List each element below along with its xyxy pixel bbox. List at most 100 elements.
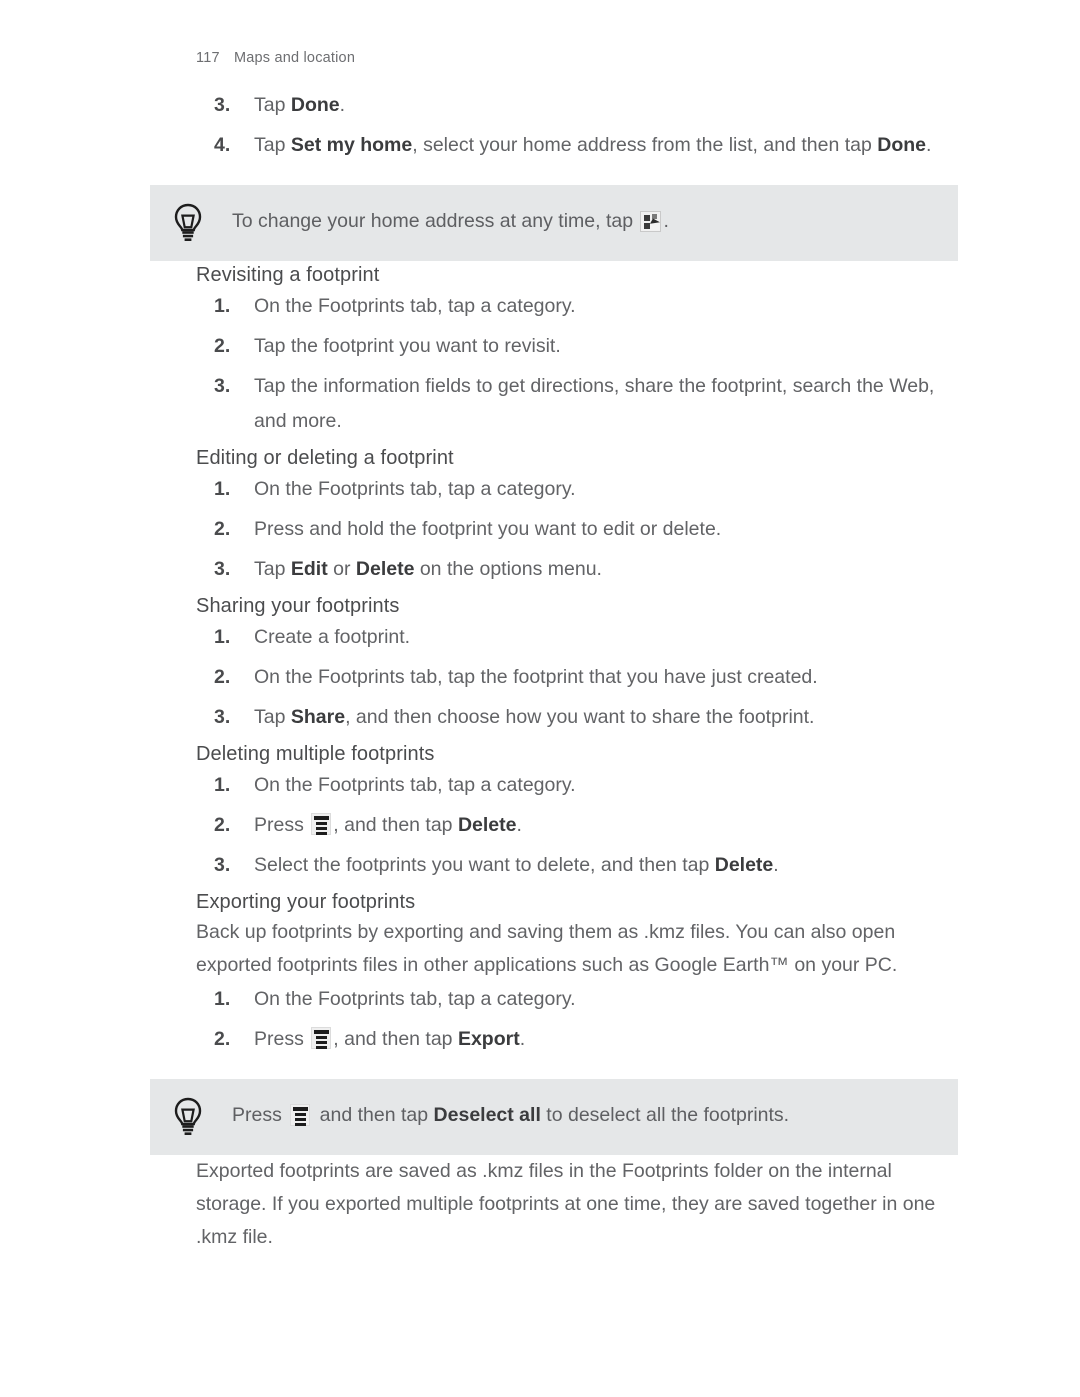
step-number: 2. <box>214 335 231 357</box>
step-text-pre: Tap <box>254 94 291 116</box>
top-step-list: 3. Tap Done. 4. Tap Set my home, select yo… <box>0 88 1080 163</box>
step-text-mid: , and then tap <box>333 814 458 836</box>
step-number: 3. <box>214 854 231 876</box>
step-text-pre: Press <box>254 1028 310 1050</box>
section-heading-editing: Editing or deleting a footprint <box>196 447 454 469</box>
menu-icon <box>290 1104 311 1126</box>
page-header-title: Maps and location <box>234 50 356 66</box>
menu-icon <box>311 1027 332 1049</box>
step-list-sharing: 1. Create a footprint. 2. On the Footprint… <box>0 620 1080 735</box>
step-text: On the Footprints tab, tap a category. <box>254 478 576 500</box>
tip-box-home-address: To change your home address at any time,… <box>150 185 958 261</box>
section-heading-sharing: Sharing your footprints <box>196 595 400 617</box>
step-text-bold: Set my home <box>290 134 413 156</box>
list-item: 3. Tap the information fields to get dire… <box>0 369 1080 439</box>
step-text-bold: Delete <box>714 854 774 876</box>
step-text-mid: , and then tap <box>333 1028 458 1050</box>
list-item: 2. On the Footprints tab, tap the footpri… <box>0 660 1080 695</box>
step-number: 2. <box>214 814 231 836</box>
manual-page: 117 Maps and location 3. Tap Done. 4. Tap S… <box>0 0 1080 1397</box>
step-number: 2. <box>214 518 231 540</box>
step-text: On the Footprints tab, tap the footprint… <box>254 666 818 688</box>
step-number: 1. <box>214 295 231 317</box>
step-text-bold: Done <box>290 94 340 116</box>
step-text-post: . <box>339 94 346 116</box>
step-list-deleting-multiple: 1. On the Footprints tab, tap a category.… <box>0 768 1080 883</box>
step-number: 3. <box>214 706 231 728</box>
step-text-pre: Press <box>254 814 310 836</box>
tip-text-pre: Press <box>232 1104 288 1126</box>
step-text-bold: Edit <box>290 558 328 580</box>
tip-box-deselect-all: Press and then tap Deselect all to desel… <box>150 1079 958 1155</box>
page-number: 117 <box>196 50 220 66</box>
step-text-post: . <box>773 854 779 876</box>
step-number: 3. <box>214 94 231 116</box>
list-item: 1. On the Footprints tab, tap a category. <box>0 982 1080 1017</box>
step-text-bold: Export <box>457 1028 520 1050</box>
step-text: On the Footprints tab, tap a category. <box>254 295 576 317</box>
step-number: 1. <box>214 988 231 1010</box>
list-item: 1. On the Footprints tab, tap a category. <box>0 472 1080 507</box>
tip-text-post: to deselect all the footprints. <box>540 1104 790 1126</box>
tip-text-bold: Deselect all <box>433 1104 541 1126</box>
lightbulb-icon <box>172 1097 204 1137</box>
tip-text: To change your home address at any time,… <box>232 202 669 236</box>
step-text-bold: Share <box>290 706 346 728</box>
list-item: 1. Create a footprint. <box>0 620 1080 655</box>
step-text-post: on the options menu. <box>414 558 602 580</box>
step-text-post: . <box>519 1028 526 1050</box>
list-item: 1. On the Footprints tab, tap a category. <box>0 289 1080 324</box>
list-item: 4. Tap Set my home, select your home addr… <box>0 128 1080 163</box>
list-item: 2. Tap the footprint you want to revisit. <box>0 329 1080 364</box>
step-list-editing: 1. On the Footprints tab, tap a category.… <box>0 472 1080 587</box>
step-number: 3. <box>214 558 231 580</box>
page-header: 117 Maps and location <box>196 50 355 66</box>
step-text-mid: or <box>327 558 356 580</box>
step-text: Create a footprint. <box>254 626 411 648</box>
step-text: Tap the information fields to get direct… <box>254 375 935 432</box>
step-number: 3. <box>214 375 231 397</box>
section-heading-deleting-multiple: Deleting multiple footprints <box>196 743 435 765</box>
step-list-exporting: 1. On the Footprints tab, tap a category.… <box>0 982 1080 1057</box>
list-item: 2. Press , and then tap Export. <box>0 1022 1080 1057</box>
step-text-pre: Tap <box>254 134 291 156</box>
list-item: 3. Tap Done. <box>0 88 1080 123</box>
step-number: 2. <box>214 1028 231 1050</box>
menu-icon <box>311 813 332 835</box>
step-text-mid: , select your home address from the list… <box>412 134 878 156</box>
step-text-post: . <box>925 134 932 156</box>
section-heading-revisiting: Revisiting a footprint <box>196 264 380 286</box>
step-text: Press and hold the footprint you want to… <box>254 518 722 540</box>
step-text-pre: Tap <box>254 706 291 728</box>
step-number: 1. <box>214 626 231 648</box>
step-text-pre: Tap <box>254 558 291 580</box>
closing-paragraph: Exported footprints are saved as .kmz fi… <box>196 1160 936 1248</box>
step-text-pre: Select the footprints you want to delete… <box>254 854 715 876</box>
list-item: 1. On the Footprints tab, tap a category. <box>0 768 1080 803</box>
lightbulb-icon <box>172 203 204 243</box>
exporting-intro-paragraph: Back up footprints by exporting and savi… <box>196 921 898 976</box>
list-item: 2. Press and hold the footprint you want … <box>0 512 1080 547</box>
step-text: On the Footprints tab, tap a category. <box>254 774 576 796</box>
tip-text-post: . <box>663 210 669 232</box>
step-text-post: , and then choose how you want to share … <box>345 706 815 728</box>
step-text-post: . <box>516 814 522 836</box>
step-number: 1. <box>214 774 231 796</box>
list-item: 3. Tap Edit or Delete on the options menu… <box>0 552 1080 587</box>
step-text: Tap the footprint you want to revisit. <box>254 335 561 357</box>
tip-text: Press and then tap Deselect all to desel… <box>232 1096 789 1130</box>
step-text-bold: Delete <box>457 814 517 836</box>
step-number: 1. <box>214 478 231 500</box>
tip-text-mid: and then tap <box>314 1104 434 1126</box>
step-list-revisiting: 1. On the Footprints tab, tap a category.… <box>0 289 1080 439</box>
tip-text-pre: To change your home address at any time,… <box>232 210 639 232</box>
list-item: 2. Press , and then tap Delete. <box>0 808 1080 843</box>
section-heading-exporting: Exporting your footprints <box>196 891 416 913</box>
step-text: On the Footprints tab, tap a category. <box>254 988 576 1010</box>
step-number: 4. <box>214 134 231 156</box>
step-text-bold-2: Done <box>877 134 926 156</box>
step-number: 2. <box>214 666 231 688</box>
page-content: 3. Tap Done. 4. Tap Set my home, select yo… <box>0 88 1080 1254</box>
list-item: 3. Select the footprints you want to dele… <box>0 848 1080 883</box>
grid-cursor-icon <box>640 211 662 232</box>
